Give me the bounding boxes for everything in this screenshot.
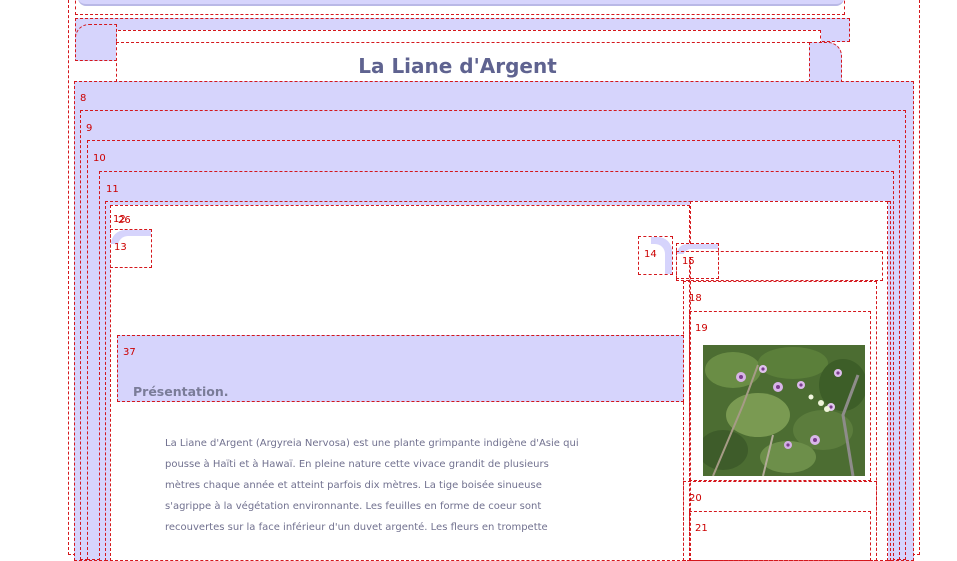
section-title: Présentation.	[133, 384, 229, 399]
label-10: 10	[93, 153, 106, 164]
sidebar-block	[676, 251, 883, 281]
site-title: La Liane d'Argent	[358, 54, 557, 78]
label-37: 37	[123, 347, 136, 358]
label-18: 18	[689, 293, 702, 304]
label-19: 19	[695, 323, 708, 334]
body-line: mètres chaque année et atteint parfois d…	[165, 480, 542, 491]
label-8: 8	[80, 93, 87, 104]
label-11: 11	[106, 184, 119, 195]
body-line: La Liane d'Argent (Argyreia Nervosa) est…	[165, 438, 579, 449]
header-left-corner	[75, 24, 117, 61]
label-21: 21	[695, 523, 708, 534]
body-line: pousse à Haïti et à Hawaï. En pleine nat…	[165, 459, 549, 470]
header-right-corner	[809, 42, 842, 82]
label-14: 14	[644, 249, 657, 260]
label-20: 20	[689, 493, 702, 504]
sidebar-box-21	[689, 511, 871, 561]
body-line: recouvertes sur la face inférieur d'un d…	[165, 522, 548, 533]
label-9: 9	[86, 123, 93, 134]
body-line: s'agrippe à la végétation environnante. …	[165, 501, 542, 512]
label-13: 13	[114, 242, 127, 253]
body-paragraph: La Liane d'Argent (Argyreia Nervosa) est…	[165, 433, 585, 538]
plant-photo	[703, 345, 865, 476]
top-bar	[78, 0, 844, 6]
label-26: 26	[118, 215, 131, 226]
